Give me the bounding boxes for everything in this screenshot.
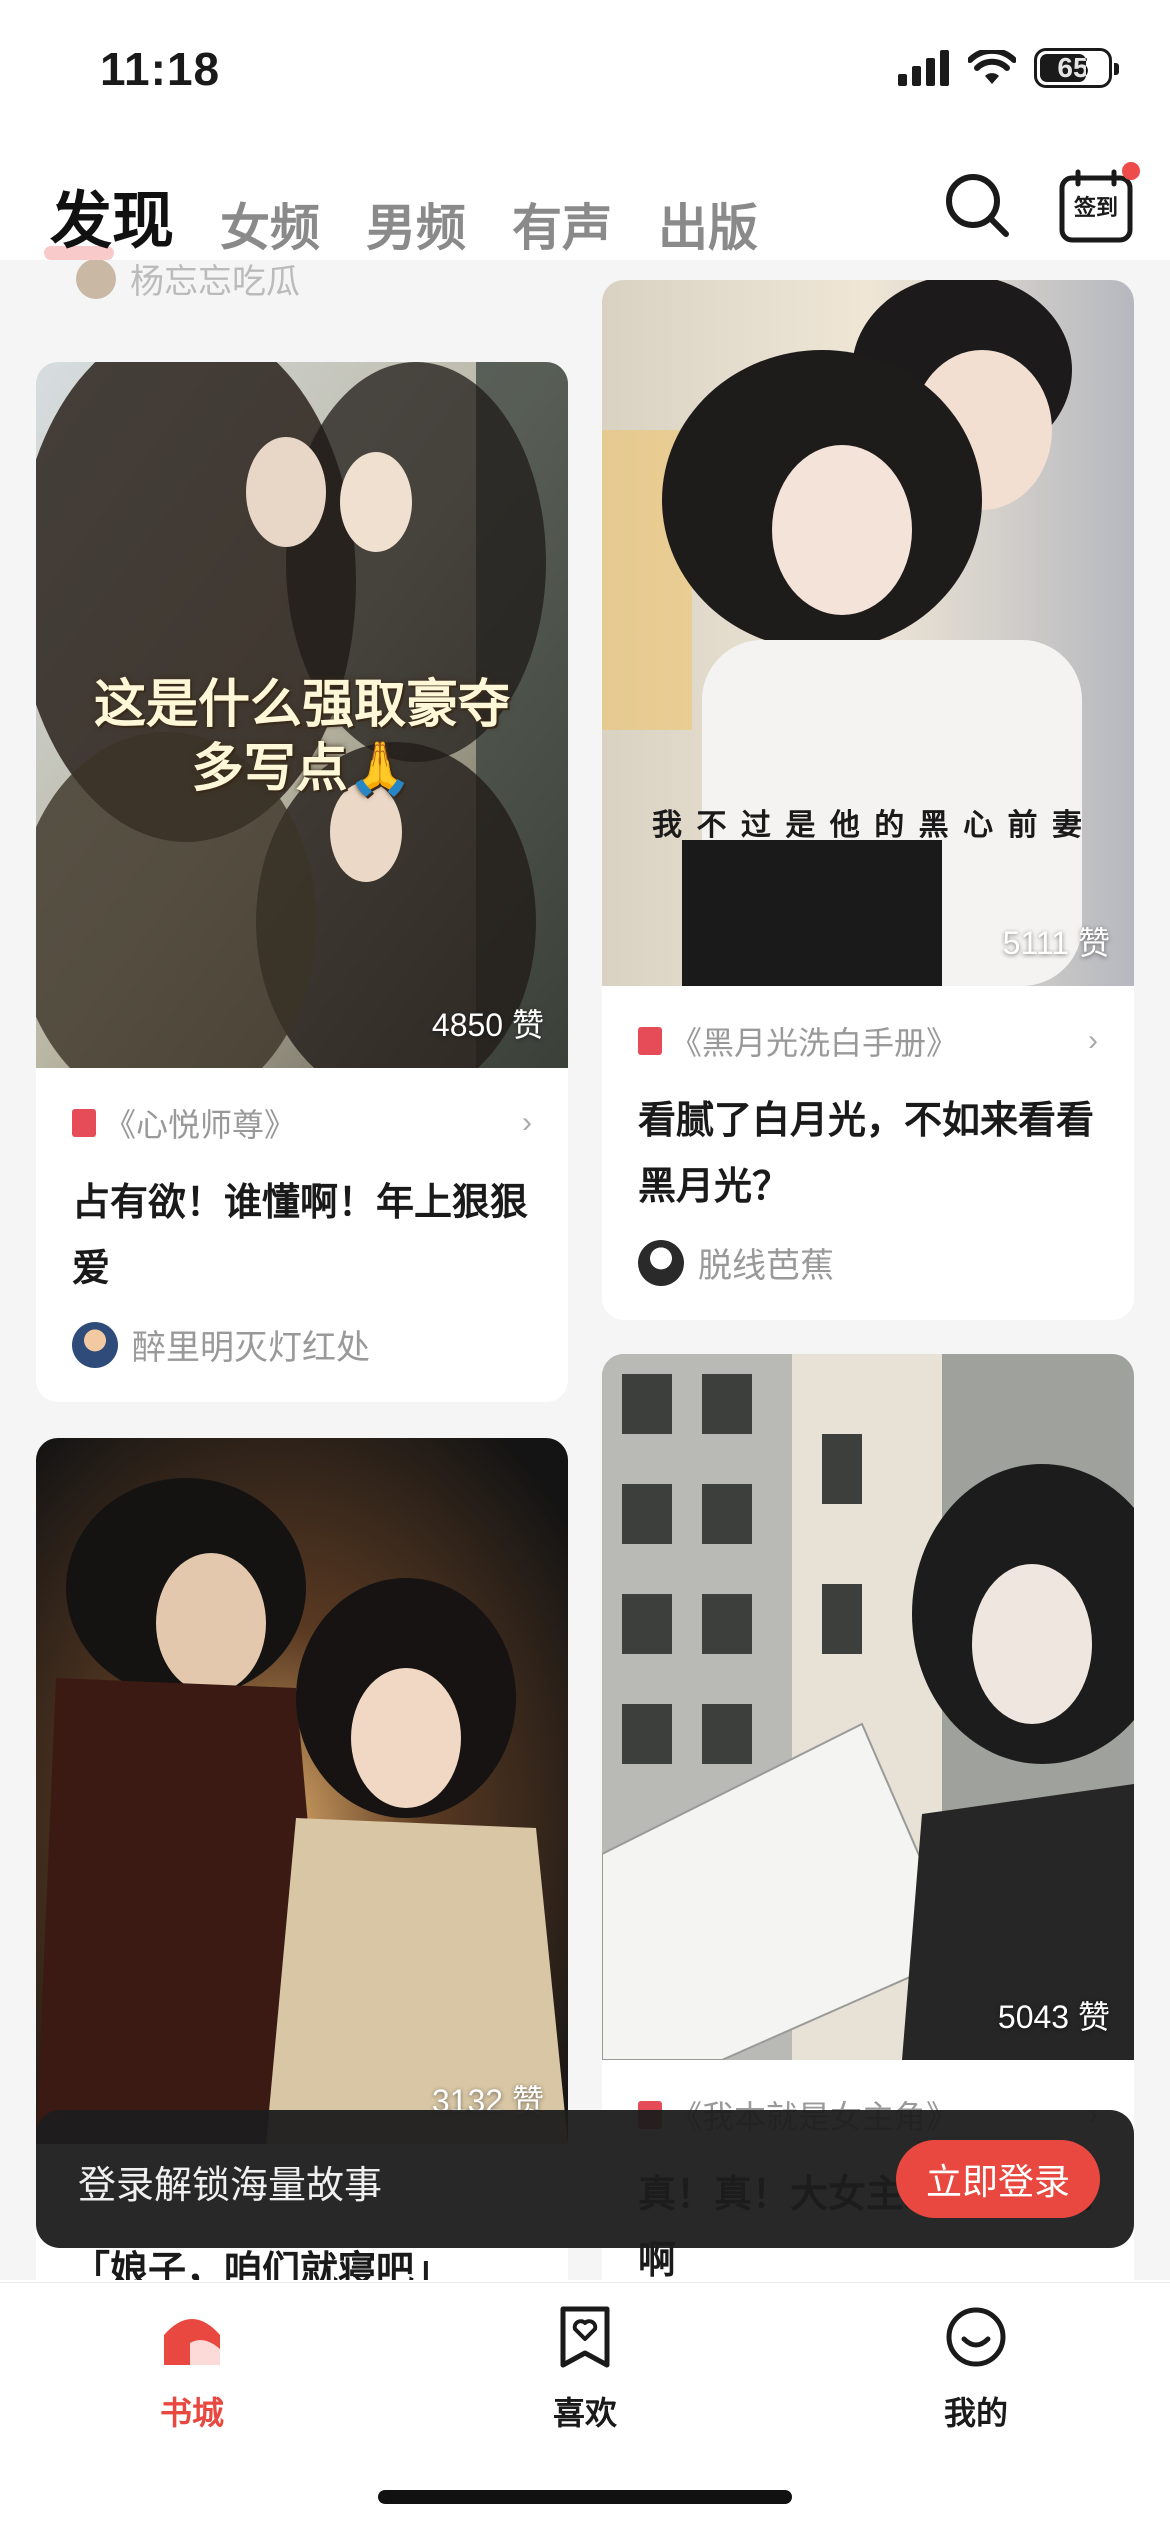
nav-item-bookstore[interactable]: 书城 [92,2305,292,2434]
status-time: 11:18 [100,43,221,95]
top-tab-bar: 发现 女频 男频 有声 出版 签到 [0,150,1170,260]
story-card[interactable]: 这是什么强取豪夺 多写点🙏 4850 赞 《心悦师尊》 › 占有欲！谁懂啊！年上… [36,362,568,1402]
chevron-right-icon: › [1088,1024,1098,1057]
avatar [638,1239,684,1286]
status-bar: 11:18 65 [0,0,1170,130]
partial-author-row: 杨忘忘吃瓜 [76,260,300,303]
cellular-signal-icon [898,50,949,86]
story-cover-image: 3132 赞 [36,1438,568,2144]
nav-item-favorites[interactable]: 喜欢 [485,2305,685,2434]
tab-male[interactable]: 男频 [366,188,466,260]
battery-level: 65 [1057,52,1089,83]
login-prompt-banner: 登录解锁海量故事 立即登录 [36,2110,1134,2248]
book-link[interactable]: 《心悦师尊》 › [72,1100,532,1146]
notification-dot [1122,162,1140,180]
story-cover-image: 5043 赞 [602,1354,1134,2060]
category-tabs: 发现 女频 男频 有声 出版 [43,170,758,260]
avatar [72,1321,118,1368]
book-link[interactable]: 《黑月光洗白手册》 › [638,1018,1098,1064]
book-name: 《黑月光洗白手册》 [670,1025,959,1061]
search-button[interactable] [940,168,1014,242]
book-name: 《心悦师尊》 [104,1107,297,1143]
like-count: 5111 赞 [1002,925,1110,961]
login-button[interactable]: 立即登录 [896,2140,1100,2218]
story-cover-image: 这是什么强取豪夺 多写点🙏 4850 赞 [36,362,568,1068]
chevron-right-icon: › [522,1106,532,1139]
tab-female[interactable]: 女频 [220,188,320,260]
checkin-button[interactable]: 签到 [1058,162,1140,244]
profile-smile-icon [946,2307,1006,2367]
status-icons: 65 [898,48,1119,88]
login-prompt-text: 登录解锁海量故事 [78,2165,383,2207]
author-name: 杨忘忘吃瓜 [130,263,300,301]
cover-caption-line-2: 多写点🙏 [191,738,413,799]
story-title: 占有欲！谁懂啊！年上狠狠爱 [72,1182,529,1290]
cover-illustration [602,280,1134,986]
home-indicator[interactable] [378,2490,792,2504]
story-title: 看腻了白月光，不如来看看黑月光？ [638,1100,1095,1208]
author-name: 醉里明灭灯红处 [132,1329,370,1367]
book-icon [72,1109,96,1137]
book-icon [638,1027,662,1055]
like-count: 4850 赞 [431,1007,544,1043]
nav-label: 喜欢 [552,2395,617,2431]
nav-label: 我的 [943,2395,1008,2431]
tab-discover[interactable]: 发现 [43,170,174,260]
battery-icon: 65 [1034,48,1119,88]
tab-audio[interactable]: 有声 [512,188,612,260]
nav-label: 书城 [159,2395,224,2431]
search-icon [946,174,1009,237]
story-card[interactable]: 我 不 过 是 他 的 黑 心 前 妻 5111 赞 《黑月光洗白手册》 › 看… [602,280,1134,1320]
author-name: 脱线芭蕉 [698,1247,834,1285]
like-count: 5043 赞 [997,1999,1110,2035]
home-icon [164,2319,220,2365]
discover-feed[interactable]: 杨忘忘吃瓜 这是什么强取豪夺 多写点🙏 4850 赞 《心悦师尊》 › 占有欲！… [0,260,1170,2280]
tab-publishing[interactable]: 出版 [658,188,758,260]
avatar [76,260,116,299]
nav-item-profile[interactable]: 我的 [876,2305,1076,2434]
author-row[interactable]: 脱线芭蕉 [638,1238,834,1287]
story-cover-image: 我 不 过 是 他 的 黑 心 前 妻 5111 赞 [602,280,1134,986]
cover-illustration [36,1438,568,2144]
heart-bookmark-icon [560,2306,610,2368]
cover-illustration [602,1354,1134,2060]
author-row[interactable]: 醉里明灭灯红处 [72,1320,370,1369]
cover-caption: 我 不 过 是 他 的 黑 心 前 妻 [652,808,1084,843]
wifi-icon [968,50,1016,84]
checkin-label: 签到 [1073,195,1118,220]
